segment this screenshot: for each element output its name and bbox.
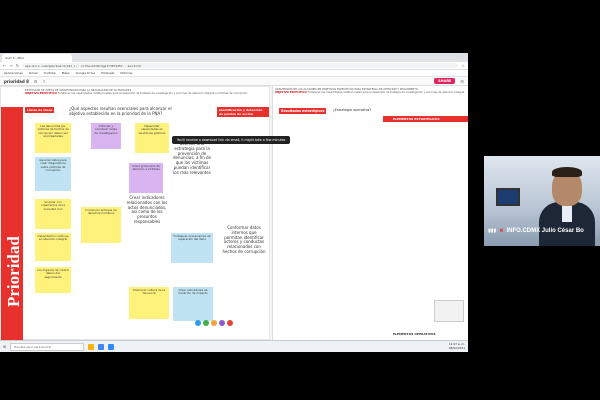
collaborator-avatar[interactable]	[211, 320, 217, 326]
board-header: DETECCIÓN DE ÁREAS DE OPORTUNIDAD PARA L…	[25, 89, 265, 95]
windows-taskbar: ⊞ Escribe aquí para buscar 11:07 a. m. 0…	[0, 340, 468, 352]
shared-screen: duct 3 - Miro ← → ↻ app.miro.com/app/boa…	[0, 53, 468, 352]
collaborator-avatar[interactable]	[227, 320, 233, 326]
reload-icon[interactable]: ↻	[16, 63, 19, 68]
board-canvas[interactable]: Prioridad DETECCIÓN DE ÁREAS DE OPORTUNI…	[0, 86, 468, 341]
browser-tab[interactable]: duct 3 - Miro	[2, 54, 72, 62]
sticky-note[interactable]: Desarrollar capacidades en servidores pú…	[135, 123, 169, 153]
right-objective-label: OBJETIVO ESPECÍFICO	[275, 91, 307, 95]
taskbar-search-input[interactable]: Escribe aquí para buscar	[10, 342, 85, 351]
clock-date: 08/02/2021	[448, 345, 465, 350]
bookmark-item[interactable]: Aplicaciones	[4, 71, 23, 75]
address-input[interactable]: app.miro.com/app/board/o9J_l...=/?moveTo…	[22, 63, 459, 68]
collaborator-avatar[interactable]	[219, 320, 225, 326]
sticky-note[interactable]: Los órganos de control deben dar seguimi…	[35, 267, 71, 293]
participant-hair	[552, 167, 582, 177]
objective-label: OBJETIVO ESPECÍFICO	[25, 92, 57, 96]
minimap[interactable]	[434, 300, 464, 322]
bookmark-item[interactable]: Pinterest	[101, 71, 114, 75]
sticky-note[interactable]: Incorporar enfoque de derechos humanos	[81, 207, 121, 243]
objective-text: Fortalecer las capacidades institucional…	[57, 92, 248, 96]
operative-band-label: ELEMENTOS OPERATIVOS	[393, 332, 436, 336]
sticky-note[interactable]: Fortalecer mecanismos de reparación del …	[171, 233, 213, 263]
right-header: CONVERSIÓN DE LAS ACCIONES EN OBJETIVOS …	[275, 88, 466, 94]
sticky-note[interactable]: Capacitación continua en atención integr…	[35, 233, 71, 261]
bookmark-item[interactable]: Noticias	[120, 71, 132, 75]
bookmark-item[interactable]: Maps	[62, 71, 70, 75]
collaborator-avatar[interactable]	[203, 320, 209, 326]
settings-icon[interactable]: ⚙	[34, 79, 38, 84]
bookmark-item[interactable]: Gmail	[29, 71, 38, 75]
participant-name: INFO.CDMX Julio César Bo	[506, 228, 584, 234]
col-head-identification: Identificación y detección de puntos de …	[217, 107, 269, 117]
system-tray: 11:07 a. m. 08/02/2021	[448, 342, 465, 350]
forward-icon[interactable]: →	[9, 63, 12, 68]
windows-start-icon[interactable]: ⊞	[3, 344, 6, 349]
sticky-note[interactable]: Promover cultura de la denuncia	[129, 287, 169, 319]
share-button[interactable]: SHARE	[434, 78, 456, 84]
mic-muted-icon: ✖	[499, 228, 504, 234]
col-head-ideas: Lluvia de ideas	[25, 107, 55, 113]
right-objective-text: Fortalecer las capacidades institucional…	[307, 91, 466, 95]
sticky-note[interactable]: Articular y coordinar redes de investiga…	[91, 123, 121, 149]
sticky-note[interactable]: Crear indicadores de medición de impacto	[173, 287, 213, 321]
question-text: ¿Qué aspectos resultan esenciales para a…	[69, 106, 172, 116]
explorer-icon[interactable]	[88, 343, 95, 350]
big-text-note[interactable]: Diseñar una estrategia para la prevenció…	[169, 139, 215, 179]
big-text-note[interactable]: Conformar datos internos que permitan id…	[219, 223, 269, 258]
miro-toolbar: prioridad 8 ⚙ ⇪ SHARE ☰	[0, 77, 468, 86]
star-icon[interactable]: ☆	[461, 63, 465, 68]
strategic-band-label: ELEMENTOS ESTRATÉGICOS	[393, 117, 440, 121]
strategy-question: ¿Estrategia operativa?	[333, 108, 372, 112]
menu-icon[interactable]: ☰	[460, 79, 464, 84]
download-toast: You'll receive a download link via email…	[172, 136, 291, 144]
address-bar-row: ← → ↻ app.miro.com/app/board/o9J_l...=/?…	[0, 62, 468, 70]
sticky-note[interactable]: Vincular con organismos de la sociedad c…	[35, 199, 71, 229]
chrome-icon[interactable]	[98, 343, 105, 350]
bottom-toolbar	[195, 320, 233, 326]
board-title[interactable]: prioridad 8	[4, 79, 29, 84]
back-icon[interactable]: ←	[3, 63, 6, 68]
background-monitor	[496, 188, 520, 206]
results-head: Resultados estratégicos	[279, 108, 327, 114]
sticky-note[interactable]: Generar datos para crear diagnósticos so…	[35, 157, 71, 191]
zoom-window: duct 3 - Miro ← → ↻ app.miro.com/app/boa…	[0, 0, 600, 400]
zoom-icon[interactable]	[108, 343, 115, 350]
bookmarks-bar: Aplicaciones Gmail YouTube Maps Google D…	[0, 70, 468, 77]
sticky-note[interactable]: Crear protocolos de atención a víctimas	[129, 163, 163, 193]
big-text-note[interactable]: Crear indicadores relacionados con los a…	[123, 193, 171, 228]
collaborator-avatar[interactable]	[195, 320, 201, 326]
left-frame: Prioridad DETECCIÓN DE ÁREAS DE OPORTUNI…	[0, 86, 270, 341]
participant-name-tag: ▮▮▮ ✖ INFO.CDMX Julio César Bo	[484, 226, 600, 236]
browser-tabbar: duct 3 - Miro	[0, 53, 468, 62]
signal-icon: ▮▮▮	[488, 228, 497, 234]
upload-icon[interactable]: ⇪	[43, 79, 46, 84]
brand-strip: Prioridad	[1, 107, 23, 341]
brand-text: Prioridad	[4, 236, 23, 307]
bookmark-item[interactable]: YouTube	[44, 71, 56, 75]
bookmark-item[interactable]: Google Drive	[76, 71, 96, 75]
sticky-note[interactable]: Las denuncias por víctimas de hechos de …	[35, 123, 71, 153]
